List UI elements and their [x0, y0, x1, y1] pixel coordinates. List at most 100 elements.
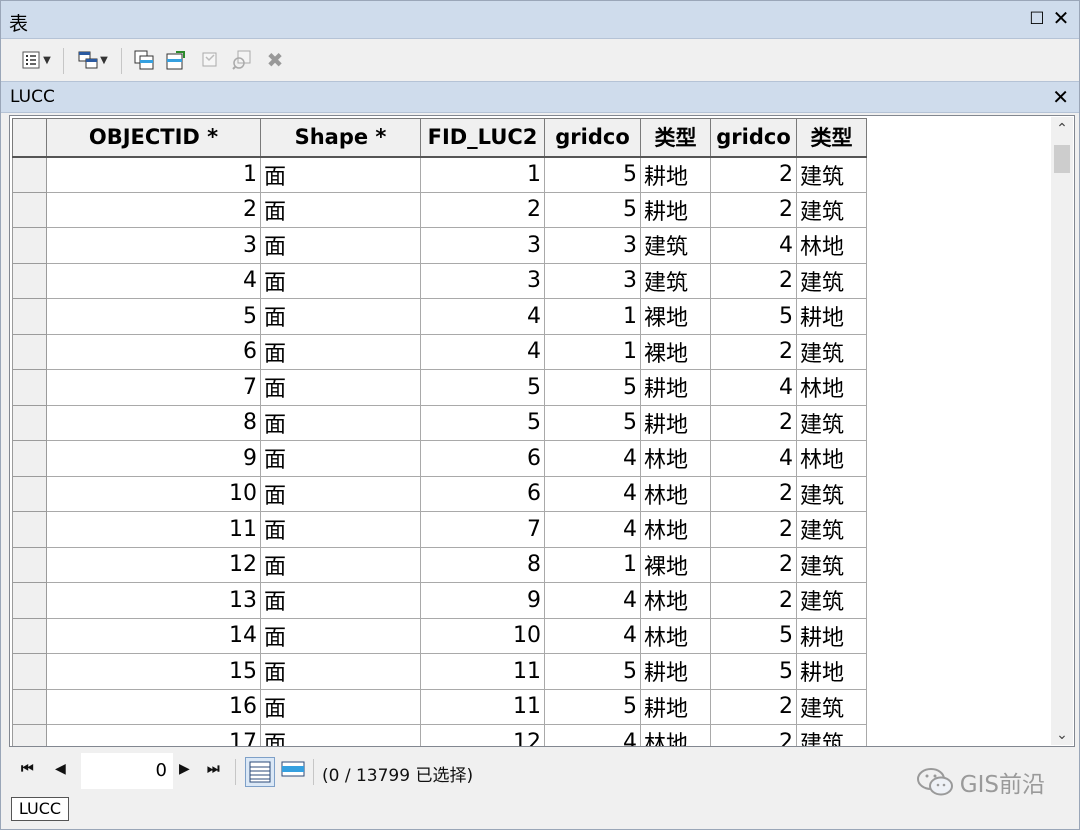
table-cell[interactable]: 5: [420, 369, 545, 406]
table-cell[interactable]: 林地: [640, 582, 711, 619]
table-cell[interactable]: 3: [544, 262, 641, 299]
row-selector[interactable]: [12, 688, 47, 725]
row-selector[interactable]: [12, 156, 47, 193]
table-cell[interactable]: 2: [710, 582, 797, 619]
table-tab-name[interactable]: LUCC: [10, 87, 55, 107]
table-cell[interactable]: 林地: [640, 724, 711, 746]
table-row[interactable]: 16 面 11 5 耕地 2 建筑: [12, 688, 867, 725]
table-row[interactable]: 15 面 11 5 耕地 5 耕地: [12, 653, 867, 690]
table-row[interactable]: 7 面 5 5 耕地 4 林地: [12, 369, 867, 406]
table-cell[interactable]: 11: [420, 688, 545, 725]
row-selector[interactable]: [12, 617, 47, 654]
table-cell[interactable]: 面: [260, 546, 421, 583]
table-cell[interactable]: 建筑: [796, 156, 867, 193]
table-cell[interactable]: 5: [544, 688, 641, 725]
table-cell[interactable]: 面: [260, 617, 421, 654]
table-cell[interactable]: 林地: [796, 369, 867, 406]
table-cell[interactable]: 3: [420, 227, 545, 264]
row-selector[interactable]: [12, 440, 47, 477]
table-cell[interactable]: 建筑: [796, 191, 867, 228]
table-row[interactable]: 1 面 1 5 耕地 2 建筑: [12, 156, 867, 193]
table-cell[interactable]: 1: [46, 156, 261, 193]
table-cell[interactable]: 8: [46, 404, 261, 441]
table-cell[interactable]: 林地: [640, 475, 711, 512]
vertical-scrollbar[interactable]: ⌃ ⌄: [1051, 117, 1073, 745]
row-selector[interactable]: [12, 191, 47, 228]
table-cell[interactable]: 建筑: [796, 262, 867, 299]
table-cell[interactable]: 裸地: [640, 333, 711, 370]
table-cell[interactable]: 16: [46, 688, 261, 725]
row-selector[interactable]: [12, 724, 47, 746]
row-selector[interactable]: [12, 333, 47, 370]
table-cell[interactable]: 15: [46, 653, 261, 690]
table-cell[interactable]: 4: [544, 617, 641, 654]
table-cell[interactable]: 4: [544, 724, 641, 746]
table-cell[interactable]: 耕地: [796, 298, 867, 335]
show-selected-records-button[interactable]: [279, 757, 307, 783]
table-cell[interactable]: 林地: [640, 617, 711, 654]
table-row[interactable]: 14 面 10 4 林地 5 耕地: [12, 617, 867, 654]
table-cell[interactable]: 林地: [796, 227, 867, 264]
table-cell[interactable]: 5: [420, 404, 545, 441]
table-cell[interactable]: 建筑: [796, 582, 867, 619]
table-cell[interactable]: 建筑: [796, 333, 867, 370]
chevron-down-icon[interactable]: ⌄: [1051, 727, 1073, 743]
table-cell[interactable]: 2: [46, 191, 261, 228]
table-cell[interactable]: 6: [420, 475, 545, 512]
table-cell[interactable]: 5: [710, 298, 797, 335]
table-cell[interactable]: 林地: [640, 440, 711, 477]
table-row[interactable]: 11 面 7 4 林地 2 建筑: [12, 511, 867, 548]
table-cell[interactable]: 面: [260, 156, 421, 193]
zoom-to-selected-button[interactable]: [229, 48, 255, 72]
table-cell[interactable]: 1: [420, 156, 545, 193]
row-selector[interactable]: [12, 404, 47, 441]
table-cell[interactable]: 5: [544, 156, 641, 193]
table-cell[interactable]: 面: [260, 653, 421, 690]
table-cell[interactable]: 4: [544, 582, 641, 619]
table-cell[interactable]: 面: [260, 369, 421, 406]
maximize-icon[interactable]: ☐: [1027, 9, 1047, 29]
table-cell[interactable]: 8: [420, 546, 545, 583]
table-cell[interactable]: 建筑: [796, 724, 867, 746]
table-cell[interactable]: 4: [544, 440, 641, 477]
table-cell[interactable]: 建筑: [796, 404, 867, 441]
table-cell[interactable]: 2: [710, 724, 797, 746]
clear-selection-button[interactable]: [197, 48, 223, 72]
table-cell[interactable]: 2: [710, 262, 797, 299]
table-cell[interactable]: 2: [710, 475, 797, 512]
row-selector[interactable]: [12, 653, 47, 690]
table-cell[interactable]: 面: [260, 511, 421, 548]
bottom-tab-lucc[interactable]: LUCC: [11, 797, 69, 821]
table-cell[interactable]: 9: [420, 582, 545, 619]
table-cell[interactable]: 面: [260, 724, 421, 746]
table-cell[interactable]: 建筑: [796, 511, 867, 548]
row-selector[interactable]: [12, 298, 47, 335]
table-cell[interactable]: 面: [260, 333, 421, 370]
table-cell[interactable]: 面: [260, 440, 421, 477]
table-cell[interactable]: 2: [710, 404, 797, 441]
table-cell[interactable]: 7: [420, 511, 545, 548]
switch-selection-button[interactable]: [163, 48, 189, 72]
table-cell[interactable]: 建筑: [640, 262, 711, 299]
table-cell[interactable]: 耕地: [640, 191, 711, 228]
table-cell[interactable]: 2: [710, 191, 797, 228]
table-cell[interactable]: 2: [710, 156, 797, 193]
table-cell[interactable]: 耕地: [796, 617, 867, 654]
table-cell[interactable]: 耕地: [640, 156, 711, 193]
next-record-icon[interactable]: ▶: [179, 761, 190, 777]
row-selector[interactable]: [12, 511, 47, 548]
table-cell[interactable]: 12: [46, 546, 261, 583]
column-header[interactable]: Shape *: [260, 118, 421, 158]
table-cell[interactable]: 5: [544, 191, 641, 228]
table-cell[interactable]: 4: [46, 262, 261, 299]
table-row[interactable]: 13 面 9 4 林地 2 建筑: [12, 582, 867, 619]
related-tables-button[interactable]: ▼: [71, 48, 115, 72]
table-cell[interactable]: 11: [420, 653, 545, 690]
table-cell[interactable]: 耕地: [640, 688, 711, 725]
column-header[interactable]: gridco: [710, 118, 797, 158]
table-cell[interactable]: 4: [420, 333, 545, 370]
table-cell[interactable]: 建筑: [640, 227, 711, 264]
table-cell[interactable]: 面: [260, 475, 421, 512]
table-cell[interactable]: 裸地: [640, 298, 711, 335]
table-cell[interactable]: 2: [710, 688, 797, 725]
